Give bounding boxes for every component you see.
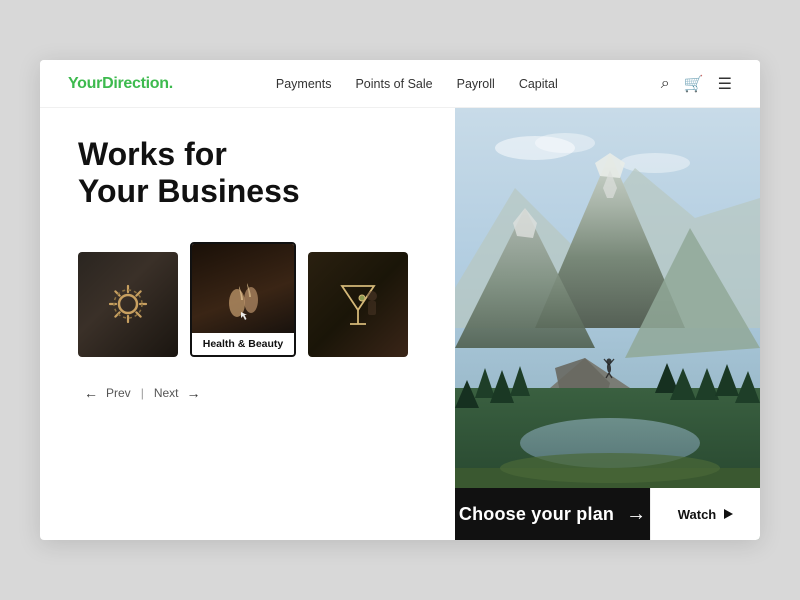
next-label[interactable]: Next [154, 386, 179, 400]
nav-points-of-sale[interactable]: Points of Sale [355, 77, 432, 91]
main-content: Works for Your Business [40, 108, 760, 540]
logo[interactable]: YourDirection. [68, 75, 173, 93]
nav-payroll[interactable]: Payroll [457, 77, 495, 91]
menu-icon[interactable]: ☰ [718, 74, 732, 94]
header: YourDirection. Payments Points of Sale P… [40, 60, 760, 108]
cta-bar: Choose your plan → Watch [455, 488, 760, 540]
logo-dot: . [169, 75, 173, 92]
nav: Payments Points of Sale Payroll Capital [276, 77, 558, 91]
main-card: YourDirection. Payments Points of Sale P… [40, 60, 760, 540]
pagination: ← Prev | Next → [78, 385, 427, 419]
play-icon [724, 509, 733, 519]
next-arrow[interactable]: → [187, 385, 201, 401]
watch-text: Watch [678, 507, 717, 522]
category-card-bar[interactable] [308, 252, 408, 357]
nav-icons: ⌕ 🛒 ☰ [661, 74, 732, 94]
cart-icon[interactable]: 🛒 [684, 74, 704, 94]
logo-main: Direction [102, 75, 169, 92]
page-divider: | [141, 386, 144, 400]
hero-title: Works for Your Business [78, 136, 427, 210]
choose-plan-text: Choose your plan [459, 504, 614, 525]
category-label-beauty: Health & Beauty [192, 333, 294, 355]
watch-button[interactable]: Watch [650, 488, 760, 540]
category-row: Health & Beauty [78, 242, 427, 357]
nav-payments[interactable]: Payments [276, 77, 332, 91]
search-icon[interactable]: ⌕ [661, 75, 670, 93]
category-card-gear[interactable] [78, 252, 178, 357]
nav-capital[interactable]: Capital [519, 77, 558, 91]
category-card-beauty[interactable]: Health & Beauty [190, 242, 296, 357]
right-panel: Choose your plan → Watch [455, 108, 760, 540]
prev-label[interactable]: Prev [106, 386, 131, 400]
left-panel: Works for Your Business [40, 108, 455, 540]
choose-plan-button[interactable]: Choose your plan → [455, 488, 650, 540]
prev-arrow[interactable]: ← [84, 385, 98, 401]
logo-accent: Your [68, 75, 102, 92]
choose-plan-arrow-icon: → [626, 503, 646, 526]
mountain-image [455, 108, 760, 540]
